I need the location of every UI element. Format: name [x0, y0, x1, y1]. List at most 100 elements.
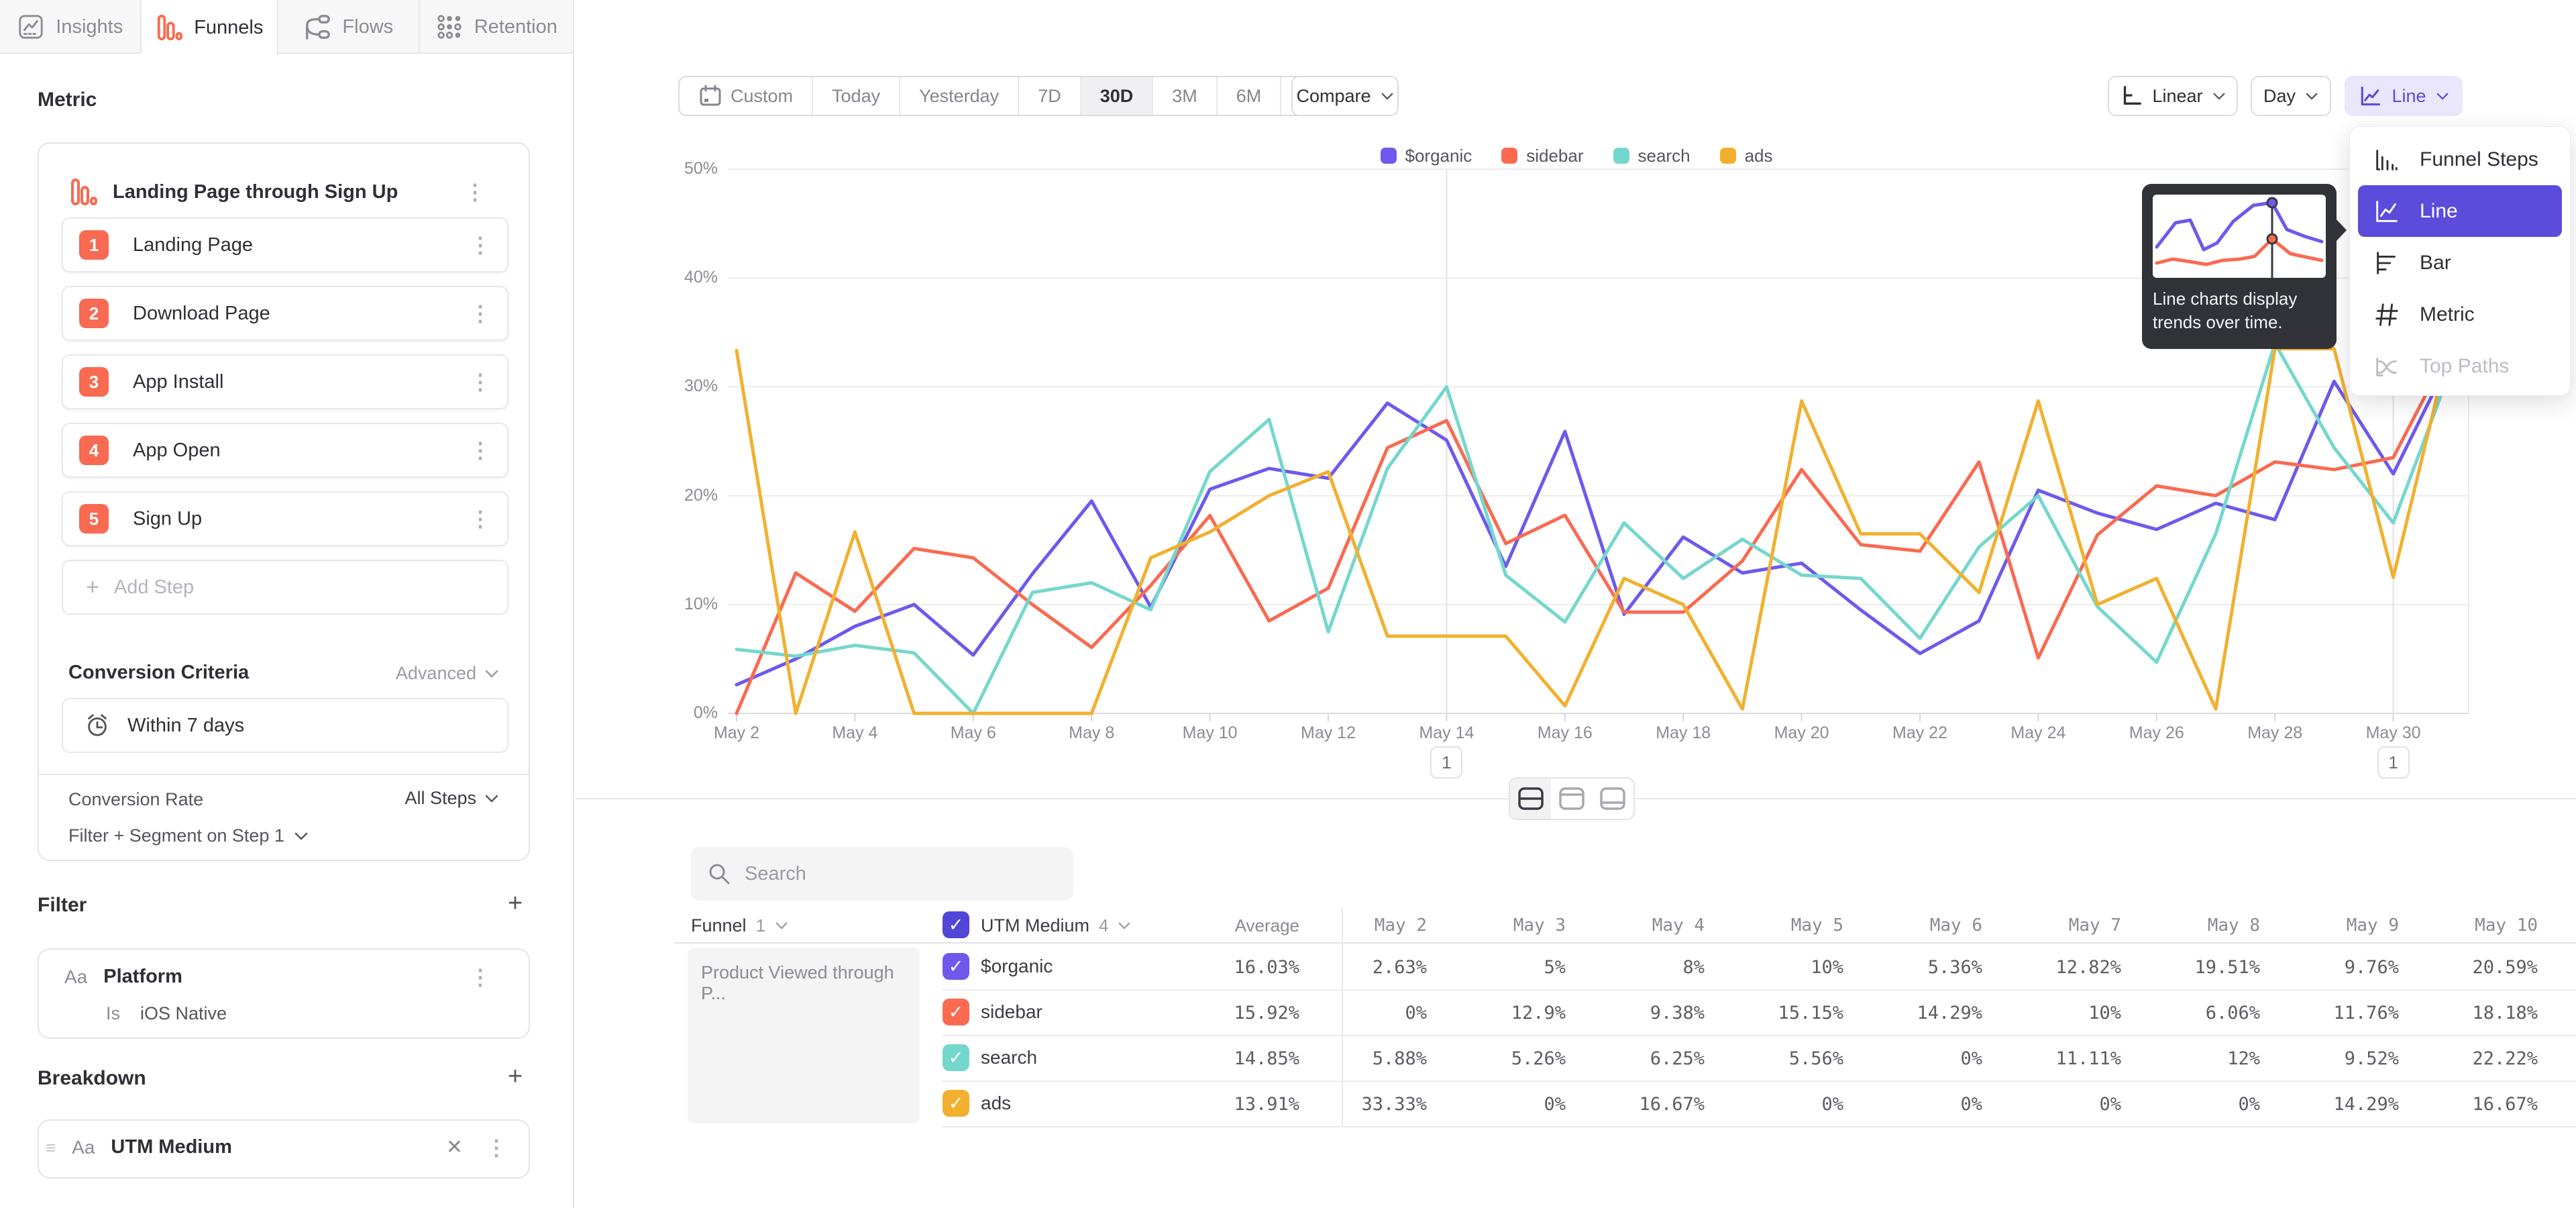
- conversion-window-row[interactable]: Within 7 days: [62, 698, 508, 753]
- annotation-badge[interactable]: 1: [2377, 746, 2410, 778]
- date-column-header[interactable]: May 3: [1438, 915, 1566, 936]
- split-view-icon: [1516, 785, 1546, 812]
- bottom-view-icon: [1598, 785, 1627, 812]
- funnel-column-header[interactable]: Funnel 1: [691, 915, 788, 936]
- table-value: 0%: [1716, 1094, 1843, 1115]
- legend-item-search[interactable]: search: [1613, 146, 1690, 166]
- metric-card: Landing Page through Sign Up ⋮ 1 Landing…: [38, 142, 530, 861]
- funnel-step-row[interactable]: 2 Download Page ⋮: [62, 286, 508, 341]
- drag-handle-icon[interactable]: ≡: [46, 1139, 56, 1156]
- step-options-button[interactable]: ⋮: [470, 508, 491, 530]
- clock-icon: [83, 711, 111, 740]
- date-column-header[interactable]: May 4: [1577, 915, 1705, 936]
- menu-item-line[interactable]: Line: [2358, 185, 2562, 237]
- range-custom[interactable]: Custom: [680, 77, 813, 115]
- funnel-step-row[interactable]: 3 App Install ⋮: [62, 354, 508, 409]
- filter-condition-row[interactable]: Is iOS Native: [106, 1003, 227, 1024]
- date-column-header[interactable]: May 2: [1299, 915, 1427, 936]
- all-steps-dropdown[interactable]: All Steps: [405, 788, 499, 809]
- table-value: 5%: [1438, 957, 1566, 978]
- breakdown-column-header[interactable]: UTM Medium 4: [981, 915, 1131, 936]
- table-value: 11.76%: [2271, 1003, 2399, 1023]
- date-column-header[interactable]: May 10: [2410, 915, 2538, 936]
- search-input[interactable]: [745, 863, 1040, 885]
- series-line-organic[interactable]: [737, 354, 2453, 685]
- chart-type-dropdown[interactable]: Line: [2345, 76, 2463, 116]
- layout-chart-only-button[interactable]: [1551, 778, 1592, 819]
- step-number-badge: 5: [79, 504, 109, 534]
- range-label: Yesterday: [919, 86, 999, 107]
- breakdown-options-button[interactable]: ⋮: [486, 1137, 507, 1158]
- range-7d[interactable]: 7D: [1019, 77, 1081, 115]
- range-3m[interactable]: 3M: [1153, 77, 1218, 115]
- funnel-step-row[interactable]: 4 App Open ⋮: [62, 423, 508, 478]
- add-filter-button[interactable]: +: [502, 890, 529, 917]
- layout-split-button[interactable]: [1510, 778, 1551, 819]
- tab-funnels[interactable]: Funnels: [142, 0, 279, 55]
- legend-item-sidebar[interactable]: sidebar: [1501, 146, 1583, 166]
- retention-icon: [435, 13, 464, 41]
- menu-item-label: Funnel Steps: [2420, 148, 2538, 171]
- interval-dropdown[interactable]: Day: [2251, 76, 2331, 116]
- step-options-button[interactable]: ⋮: [470, 440, 491, 461]
- legend-item-organic[interactable]: $organic: [1381, 146, 1472, 166]
- menu-item-label: Bar: [2420, 252, 2451, 274]
- add-step-button[interactable]: + Add Step: [62, 560, 508, 615]
- step-options-button[interactable]: ⋮: [470, 234, 491, 256]
- funnel-title-row[interactable]: Landing Page through Sign Up ⋮: [68, 177, 502, 207]
- annotation-badge[interactable]: 1: [1430, 746, 1462, 778]
- funnel-step-row[interactable]: 5 Sign Up ⋮: [62, 491, 508, 546]
- select-all-checkbox[interactable]: ✓: [943, 911, 969, 938]
- step-label: Sign Up: [133, 508, 202, 530]
- step-options-button[interactable]: ⋮: [470, 303, 491, 324]
- layout-table-only-button[interactable]: [1593, 778, 1633, 819]
- step-label: App Open: [133, 440, 221, 462]
- average-column-header[interactable]: Average: [1144, 915, 1299, 936]
- advanced-dropdown[interactable]: Advanced: [396, 663, 499, 684]
- menu-item-top-paths[interactable]: Top Paths: [2350, 340, 2570, 392]
- filter-segment-dropdown[interactable]: Filter + Segment on Step 1: [68, 825, 309, 846]
- chart-type-tooltip: Line charts display trends over time.: [2142, 184, 2337, 349]
- add-breakdown-button[interactable]: +: [502, 1063, 529, 1090]
- date-column-header[interactable]: May 5: [1716, 915, 1843, 936]
- row-checkbox-search[interactable]: ✓: [943, 1044, 969, 1071]
- legend-item-ads[interactable]: ads: [1720, 146, 1773, 166]
- row-checkbox-sidebar[interactable]: ✓: [943, 999, 969, 1025]
- tab-insights[interactable]: Insights: [0, 0, 142, 54]
- step-options-button[interactable]: ⋮: [470, 371, 491, 393]
- step-label: Landing Page: [133, 234, 253, 256]
- range-6m[interactable]: 6M: [1218, 77, 1282, 115]
- range-today[interactable]: Today: [813, 77, 900, 115]
- compare-button[interactable]: Compare: [1291, 76, 1399, 116]
- funnel-options-button[interactable]: ⋮: [464, 181, 486, 203]
- row-name: search: [981, 1047, 1037, 1068]
- table-value: 0%: [1855, 1048, 1982, 1069]
- conversion-window-label: Within 7 days: [127, 715, 244, 737]
- scale-dropdown[interactable]: Linear: [2108, 76, 2238, 116]
- range-yesterday[interactable]: Yesterday: [900, 77, 1019, 115]
- date-column-header[interactable]: May 9: [2271, 915, 2399, 936]
- breakdown-property-row[interactable]: ≡ Aa UTM Medium ✕ ⋮: [46, 1136, 523, 1159]
- funnel-name-cell[interactable]: Product Viewed through P...: [688, 948, 920, 1123]
- interval-label: Day: [2263, 86, 2296, 107]
- range-30d[interactable]: 30D: [1081, 77, 1154, 115]
- date-column-header[interactable]: May 7: [1994, 915, 2121, 936]
- tab-flows[interactable]: Flows: [278, 0, 420, 54]
- funnel-step-row[interactable]: 1 Landing Page ⋮: [62, 217, 508, 272]
- row-checkbox-ads[interactable]: ✓: [943, 1090, 969, 1117]
- y-axis-label: 30%: [617, 376, 718, 396]
- breakdown-col-label: UTM Medium: [981, 915, 1089, 936]
- tab-retention[interactable]: Retention: [420, 0, 573, 54]
- filter-property-row[interactable]: Aa Platform ⋮: [64, 966, 507, 988]
- filter-card: Aa Platform ⋮ Is iOS Native: [38, 948, 530, 1039]
- menu-item-bar[interactable]: Bar: [2350, 237, 2570, 289]
- remove-breakdown-icon[interactable]: ✕: [446, 1136, 463, 1159]
- menu-item-metric[interactable]: Metric: [2350, 289, 2570, 340]
- row-divider: [943, 1080, 2576, 1082]
- row-checkbox-organic[interactable]: ✓: [943, 953, 969, 980]
- menu-item-funnel-steps[interactable]: Funnel Steps: [2350, 134, 2570, 185]
- date-column-header[interactable]: May 8: [2133, 915, 2260, 936]
- table-search[interactable]: [691, 847, 1073, 901]
- filter-options-button[interactable]: ⋮: [470, 966, 491, 988]
- date-column-header[interactable]: May 6: [1855, 915, 1982, 936]
